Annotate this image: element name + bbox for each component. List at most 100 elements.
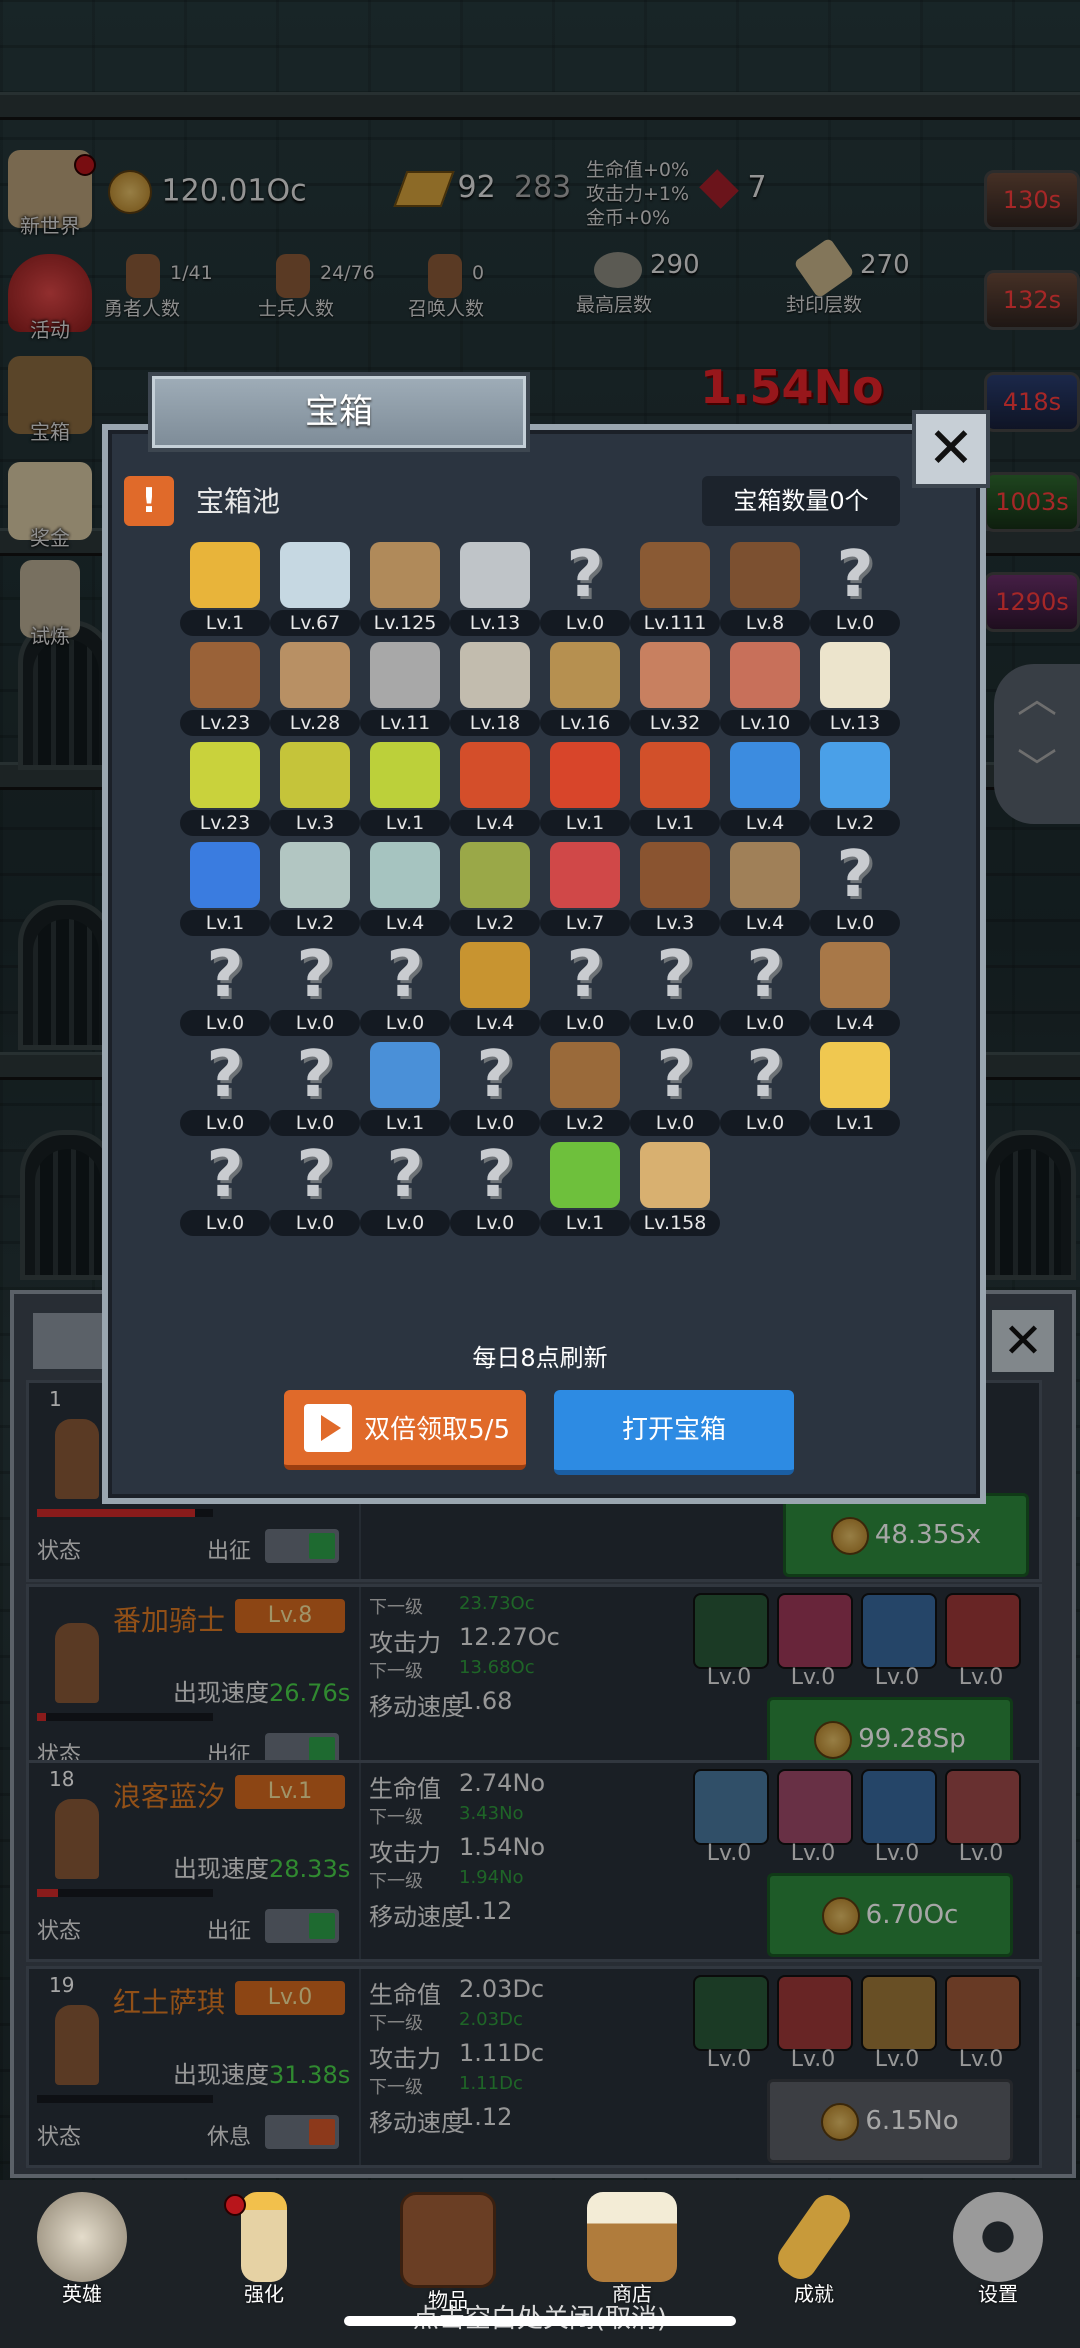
double-claim-button[interactable]: 双倍领取5/5: [284, 1390, 526, 1470]
hammer-icon: [460, 642, 530, 708]
pool-item[interactable]: Lv.2: [540, 1040, 630, 1140]
item-level: Lv.0: [450, 1210, 540, 1236]
pool-item[interactable]: Lv.1: [630, 740, 720, 840]
pool-item[interactable]: ? Lv.0: [450, 1040, 540, 1140]
pool-item[interactable]: Lv.4: [360, 840, 450, 940]
pool-item[interactable]: ? Lv.0: [270, 1040, 360, 1140]
pool-item[interactable]: Lv.18: [450, 640, 540, 740]
pool-item[interactable]: Lv.8: [720, 540, 810, 640]
pool-item[interactable]: Lv.4: [450, 940, 540, 1040]
beer-mug-icon: [640, 1142, 710, 1208]
nav-shop[interactable]: 商店: [572, 2192, 692, 2307]
refresh-note: 每日8点刷新: [472, 1344, 608, 1372]
pool-item[interactable]: Lv.11: [360, 640, 450, 740]
pool-item[interactable]: Lv.4: [720, 740, 810, 840]
unknown-icon: ?: [296, 1138, 334, 1212]
pool-item[interactable]: Lv.1: [360, 1040, 450, 1140]
pool-item[interactable]: Lv.67: [270, 540, 360, 640]
pool-item[interactable]: ? Lv.0: [180, 1140, 270, 1240]
pool-item[interactable]: Lv.2: [450, 840, 540, 940]
pool-item[interactable]: Lv.1: [180, 540, 270, 640]
pool-item[interactable]: ? Lv.0: [720, 940, 810, 1040]
item-level: Lv.1: [810, 1110, 900, 1136]
nav-settings[interactable]: 设置: [938, 2192, 1058, 2307]
item-level: Lv.0: [180, 1110, 270, 1136]
pool-item[interactable]: ? Lv.0: [450, 1140, 540, 1240]
diamond-icon: [280, 542, 350, 608]
pool-item[interactable]: Lv.2: [810, 740, 900, 840]
glass-vial-icon: [370, 842, 440, 908]
item-level: Lv.18: [450, 710, 540, 736]
pool-item[interactable]: Lv.7: [540, 840, 630, 940]
pool-item[interactable]: Lv.1: [360, 740, 450, 840]
nav-enhance[interactable]: 强化: [204, 2192, 324, 2307]
red-flask-icon: [550, 742, 620, 808]
item-level: Lv.4: [450, 1010, 540, 1036]
pool-item[interactable]: ? Lv.0: [540, 540, 630, 640]
pool-item[interactable]: Lv.4: [450, 740, 540, 840]
pool-item[interactable]: Lv.1: [540, 1140, 630, 1240]
item-level: Lv.4: [810, 1010, 900, 1036]
pool-item[interactable]: ? Lv.0: [810, 840, 900, 940]
pool-item[interactable]: ? Lv.0: [360, 940, 450, 1040]
pool-item[interactable]: Lv.32: [630, 640, 720, 740]
pool-item[interactable]: ? Lv.0: [270, 1140, 360, 1240]
pool-item[interactable]: ? Lv.0: [540, 940, 630, 1040]
pool-item[interactable]: Lv.1: [540, 740, 630, 840]
pool-item[interactable]: ? Lv.0: [360, 1140, 450, 1240]
unknown-icon: ?: [206, 938, 244, 1012]
item-level: Lv.32: [630, 710, 720, 736]
pool-item[interactable]: Lv.1: [180, 840, 270, 940]
nav-items[interactable]: 物品: [388, 2192, 508, 2313]
boot-icon: [640, 842, 710, 908]
cloth-boot-icon: [730, 842, 800, 908]
pool-item[interactable]: Lv.28: [270, 640, 360, 740]
unknown-icon: ?: [746, 1038, 784, 1112]
item-level: Lv.125: [360, 610, 450, 636]
pool-item[interactable]: Lv.13: [810, 640, 900, 740]
pool-item[interactable]: Lv.3: [270, 740, 360, 840]
pool-item[interactable]: Lv.158: [630, 1140, 720, 1240]
nav-achievements[interactable]: 成就: [754, 2188, 874, 2307]
item-level: Lv.2: [810, 810, 900, 836]
pool-item[interactable]: Lv.125: [360, 540, 450, 640]
pool-item[interactable]: Lv.13: [450, 540, 540, 640]
pool-item[interactable]: ? Lv.0: [630, 1040, 720, 1140]
pool-item[interactable]: Lv.4: [720, 840, 810, 940]
pool-item[interactable]: ? Lv.0: [810, 540, 900, 640]
pool-item[interactable]: Lv.4: [810, 940, 900, 1040]
home-indicator[interactable]: [344, 2316, 736, 2326]
video-play-icon: [304, 1404, 352, 1452]
item-level: Lv.13: [810, 710, 900, 736]
dagger-icon: [280, 642, 350, 708]
pool-item[interactable]: Lv.10: [720, 640, 810, 740]
unknown-icon: ?: [836, 538, 874, 612]
pool-item[interactable]: Lv.2: [270, 840, 360, 940]
pool-item[interactable]: Lv.23: [180, 640, 270, 740]
pool-item[interactable]: ? Lv.0: [180, 1040, 270, 1140]
pool-item[interactable]: Lv.3: [630, 840, 720, 940]
pool-item[interactable]: ? Lv.0: [180, 940, 270, 1040]
unknown-icon: ?: [656, 938, 694, 1012]
pool-item[interactable]: Lv.111: [630, 540, 720, 640]
modal-close-button[interactable]: ✕: [912, 410, 990, 488]
nav-heroes[interactable]: 英雄: [22, 2192, 142, 2307]
key-icon: [771, 2188, 857, 2286]
pool-item[interactable]: ? Lv.0: [630, 940, 720, 1040]
item-level: Lv.28: [270, 710, 360, 736]
leather-helmet-icon: [190, 642, 260, 708]
beer-mug-icon: [587, 2192, 677, 2282]
item-level: Lv.0: [810, 910, 900, 936]
item-level: Lv.4: [450, 810, 540, 836]
pool-item[interactable]: ? Lv.0: [720, 1040, 810, 1140]
item-level: Lv.67: [270, 610, 360, 636]
green-wand-icon: [550, 1142, 620, 1208]
steak-icon: [730, 642, 800, 708]
pool-item[interactable]: ? Lv.0: [270, 940, 360, 1040]
open-chest-button[interactable]: 打开宝箱: [554, 1390, 794, 1475]
pool-item[interactable]: Lv.16: [540, 640, 630, 740]
pool-item[interactable]: Lv.1: [810, 1040, 900, 1140]
wooden-staff-icon: [820, 942, 890, 1008]
pool-item[interactable]: Lv.23: [180, 740, 270, 840]
great-helm-icon: [550, 642, 620, 708]
